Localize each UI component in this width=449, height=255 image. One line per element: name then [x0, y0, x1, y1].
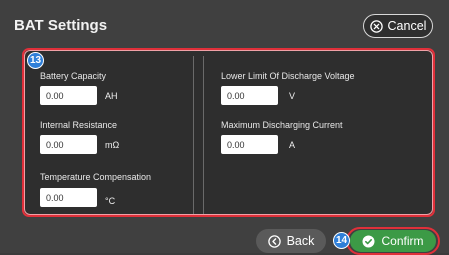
back-button[interactable]: Back	[256, 229, 326, 253]
max-discharging-current-unit: A	[289, 140, 296, 150]
temperature-compensation-field[interactable]: 0.00	[40, 188, 97, 207]
internal-resistance-label: Internal Resistance	[40, 120, 118, 130]
step-badge: 13	[27, 52, 44, 69]
confirm-button[interactable]: Confirm	[350, 230, 436, 252]
temperature-compensation-unit: °C	[105, 196, 116, 206]
back-circle-icon	[267, 234, 281, 248]
back-label: Back	[286, 234, 315, 248]
confirm-label: Confirm	[381, 234, 424, 248]
battery-capacity-label: Battery Capacity	[40, 71, 107, 81]
lower-limit-voltage-unit: V	[289, 91, 296, 101]
battery-capacity-field[interactable]: 0.00	[40, 86, 97, 105]
lower-limit-voltage-label: Lower Limit Of Discharge Voltage	[221, 71, 355, 81]
max-discharging-current-field[interactable]: 0.00	[221, 135, 278, 154]
page-title: BAT Settings	[14, 17, 108, 34]
internal-resistance-field[interactable]: 0.00	[40, 135, 97, 154]
check-circle-icon	[362, 235, 375, 248]
close-circle-icon	[369, 19, 383, 33]
cancel-label: Cancel	[387, 19, 427, 33]
battery-capacity-unit: AH	[105, 91, 118, 101]
column-divider	[193, 56, 194, 214]
max-discharging-current-label: Maximum Discharging Current	[221, 120, 343, 130]
bat-settings-screen: BAT Settings Cancel 13 Battery Capacity …	[0, 0, 449, 255]
cancel-button[interactable]: Cancel	[363, 14, 433, 38]
internal-resistance-unit: mΩ	[105, 140, 120, 150]
temperature-compensation-label: Temperature Compensation	[40, 172, 152, 182]
lower-limit-voltage-field[interactable]: 0.00	[221, 86, 278, 105]
column-divider	[203, 56, 204, 214]
step-badge: 14	[333, 232, 350, 249]
